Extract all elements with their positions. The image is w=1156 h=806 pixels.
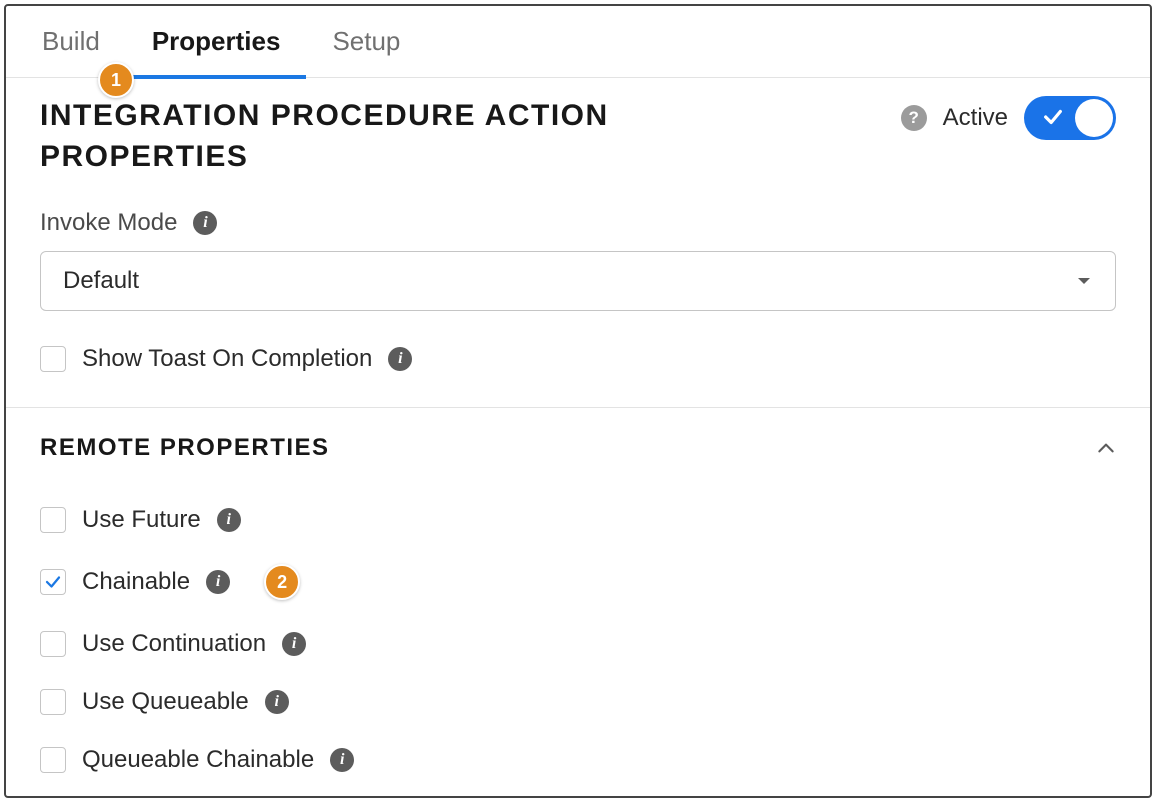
info-icon[interactable]: i bbox=[388, 347, 412, 371]
use-future-label: Use Future bbox=[82, 506, 201, 534]
tab-properties[interactable]: Properties bbox=[126, 6, 307, 78]
info-icon[interactable]: i bbox=[206, 570, 230, 594]
section-title: INTEGRATION PROCEDURE ACTION PROPERTIES bbox=[40, 96, 640, 177]
use-queueable-label: Use Queueable bbox=[82, 688, 249, 716]
info-icon[interactable]: i bbox=[282, 632, 306, 656]
invoke-mode-label: Invoke Mode bbox=[40, 209, 177, 237]
active-group: ? Active bbox=[901, 96, 1116, 140]
show-toast-row: Show Toast On Completion i bbox=[40, 337, 1116, 381]
chainable-label: Chainable bbox=[82, 568, 190, 596]
help-icon[interactable]: ? bbox=[901, 105, 927, 131]
invoke-mode-label-row: Invoke Mode i bbox=[40, 209, 1116, 237]
remote-properties-section: REMOTE PROPERTIES Use Future i Chainable… bbox=[6, 408, 1150, 798]
use-queueable-row: Use Queueable i bbox=[40, 680, 1116, 724]
check-icon bbox=[1042, 106, 1064, 128]
tab-setup[interactable]: Setup bbox=[306, 6, 426, 78]
invoke-mode-value: Default bbox=[63, 267, 139, 295]
chainable-row: Chainable i 2 bbox=[40, 556, 1116, 608]
remote-properties-body: Use Future i Chainable i 2 Use Continuat… bbox=[40, 498, 1116, 782]
queueable-chainable-label: Queueable Chainable bbox=[82, 746, 314, 774]
tab-bar: Build Properties Setup bbox=[6, 6, 1150, 78]
use-continuation-label: Use Continuation bbox=[82, 630, 266, 658]
callout-badge-1: 1 bbox=[98, 62, 134, 98]
app-frame: Build Properties Setup 1 INTEGRATION PRO… bbox=[4, 4, 1152, 798]
info-icon[interactable]: i bbox=[217, 508, 241, 532]
use-queueable-checkbox[interactable] bbox=[40, 689, 66, 715]
chainable-checkbox[interactable] bbox=[40, 569, 66, 595]
info-icon[interactable]: i bbox=[265, 690, 289, 714]
use-future-row: Use Future i bbox=[40, 498, 1116, 542]
toggle-knob bbox=[1075, 99, 1113, 137]
active-toggle[interactable] bbox=[1024, 96, 1116, 140]
use-future-checkbox[interactable] bbox=[40, 507, 66, 533]
chevron-down-icon bbox=[1075, 272, 1093, 290]
show-toast-checkbox[interactable] bbox=[40, 346, 66, 372]
chevron-up-icon bbox=[1096, 438, 1116, 458]
show-toast-label: Show Toast On Completion bbox=[82, 345, 372, 373]
use-continuation-row: Use Continuation i bbox=[40, 622, 1116, 666]
queueable-chainable-checkbox[interactable] bbox=[40, 747, 66, 773]
action-properties-section: INTEGRATION PROCEDURE ACTION PROPERTIES … bbox=[6, 78, 1150, 408]
queueable-chainable-row: Queueable Chainable i bbox=[40, 738, 1116, 782]
remote-properties-header[interactable]: REMOTE PROPERTIES bbox=[40, 434, 1116, 462]
info-icon[interactable]: i bbox=[193, 211, 217, 235]
active-label: Active bbox=[943, 104, 1008, 132]
callout-badge-2: 2 bbox=[264, 564, 300, 600]
use-continuation-checkbox[interactable] bbox=[40, 631, 66, 657]
remote-properties-title: REMOTE PROPERTIES bbox=[40, 434, 330, 462]
info-icon[interactable]: i bbox=[330, 748, 354, 772]
invoke-mode-select[interactable]: Default bbox=[40, 251, 1116, 311]
